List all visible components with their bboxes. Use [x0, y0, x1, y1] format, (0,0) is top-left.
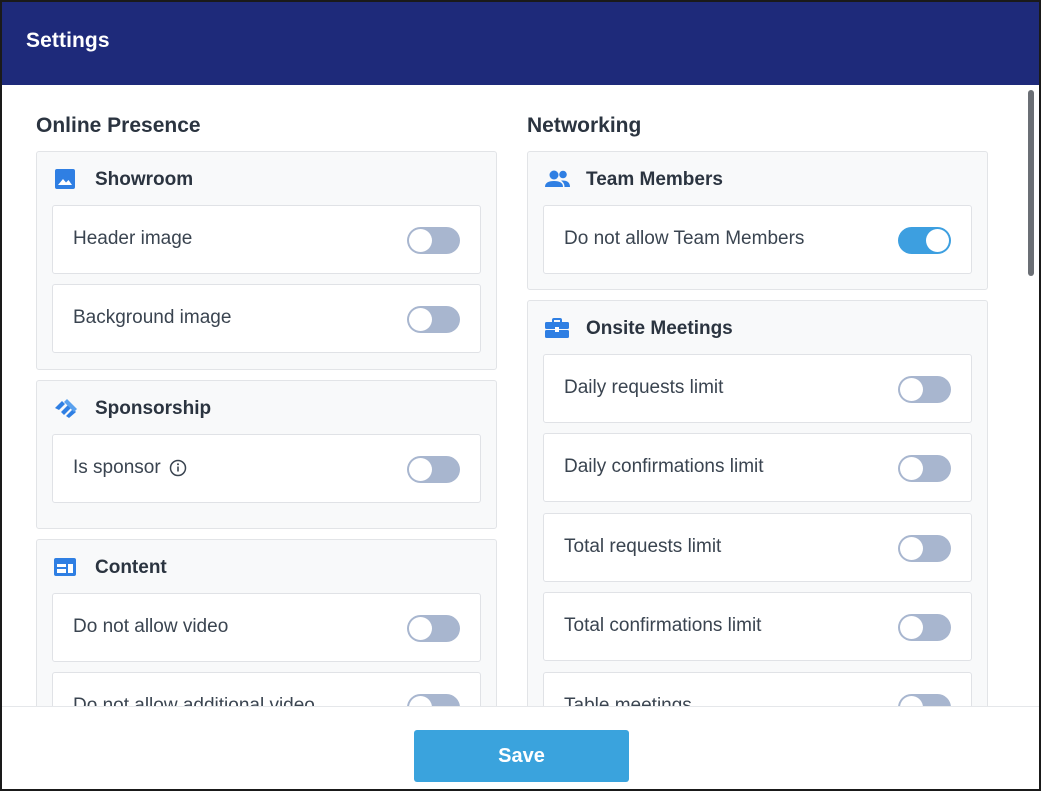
- web-content-icon: [53, 555, 79, 579]
- setting-label: Daily requests limit: [564, 377, 724, 398]
- setting-label: Do not allow Team Members: [564, 228, 805, 249]
- daily-requests-limit-toggle[interactable]: [898, 376, 951, 403]
- settings-scroll-area[interactable]: Online Presence Showroom Header image Ba…: [2, 85, 1039, 706]
- image-icon: [53, 167, 79, 191]
- card-content: Content Do not allow video Do not allow …: [36, 539, 497, 706]
- total-requests-limit-toggle[interactable]: [898, 535, 951, 562]
- setting-row-daily-confirmations-limit: Daily confirmations limit: [543, 433, 972, 502]
- setting-row-do-not-allow-team-members: Do not allow Team Members: [543, 205, 972, 274]
- setting-label: Do not allow video: [73, 616, 229, 637]
- setting-row-table-meetings: Table meetings: [543, 672, 972, 706]
- setting-label: Background image: [73, 307, 232, 328]
- setting-label: Do not allow additional video: [73, 695, 315, 706]
- settings-dialog: Settings Online Presence Showroom Header…: [0, 0, 1041, 791]
- vertical-scrollbar-thumb[interactable]: [1028, 90, 1034, 276]
- section-title-online-presence: Online Presence: [36, 114, 201, 137]
- dialog-header: Settings: [2, 2, 1039, 85]
- card-title-content: Content: [95, 557, 167, 578]
- card-title-team-members: Team Members: [586, 169, 723, 190]
- setting-row-daily-requests-limit: Daily requests limit: [543, 354, 972, 423]
- setting-row-do-not-allow-additional-video: Do not allow additional video: [52, 672, 481, 706]
- setting-row-is-sponsor: Is sponsor: [52, 434, 481, 503]
- briefcase-icon: [544, 316, 570, 340]
- setting-label: Table meetings: [564, 695, 692, 706]
- card-showroom: Showroom Header image Background image: [36, 151, 497, 370]
- dialog-footer: Save: [2, 706, 1039, 789]
- setting-row-total-requests-limit: Total requests limit: [543, 513, 972, 582]
- daily-confirmations-limit-toggle[interactable]: [898, 455, 951, 482]
- do-not-allow-additional-video-toggle[interactable]: [407, 694, 460, 706]
- dialog-title: Settings: [26, 29, 110, 52]
- card-title-showroom: Showroom: [95, 169, 194, 190]
- save-button[interactable]: Save: [414, 730, 629, 782]
- total-confirmations-limit-toggle[interactable]: [898, 614, 951, 641]
- setting-label: Header image: [73, 228, 193, 249]
- setting-label: Is sponsor: [73, 457, 161, 478]
- setting-row-header-image: Header image: [52, 205, 481, 274]
- card-title-sponsorship: Sponsorship: [95, 398, 212, 419]
- setting-row-total-confirmations-limit: Total confirmations limit: [543, 592, 972, 661]
- background-image-toggle[interactable]: [407, 306, 460, 333]
- is-sponsor-toggle[interactable]: [407, 456, 460, 483]
- table-meetings-toggle[interactable]: [898, 694, 951, 706]
- setting-row-do-not-allow-video: Do not allow video: [52, 593, 481, 662]
- card-team-members: Team Members Do not allow Team Members: [527, 151, 988, 290]
- header-image-toggle[interactable]: [407, 227, 460, 254]
- handshake-icon: [53, 396, 79, 420]
- people-icon: [544, 167, 570, 191]
- do-not-allow-team-members-toggle[interactable]: [898, 227, 951, 254]
- setting-label: Total confirmations limit: [564, 615, 762, 636]
- card-title-onsite-meetings: Onsite Meetings: [586, 318, 733, 339]
- card-onsite-meetings: Onsite Meetings Daily requests limit Dai…: [527, 300, 988, 706]
- do-not-allow-video-toggle[interactable]: [407, 615, 460, 642]
- setting-label: Daily confirmations limit: [564, 456, 764, 477]
- setting-label: Total requests limit: [564, 536, 722, 557]
- section-title-networking: Networking: [527, 114, 642, 137]
- setting-row-background-image: Background image: [52, 284, 481, 353]
- card-sponsorship: Sponsorship Is sponsor: [36, 380, 497, 529]
- info-icon[interactable]: [169, 459, 187, 477]
